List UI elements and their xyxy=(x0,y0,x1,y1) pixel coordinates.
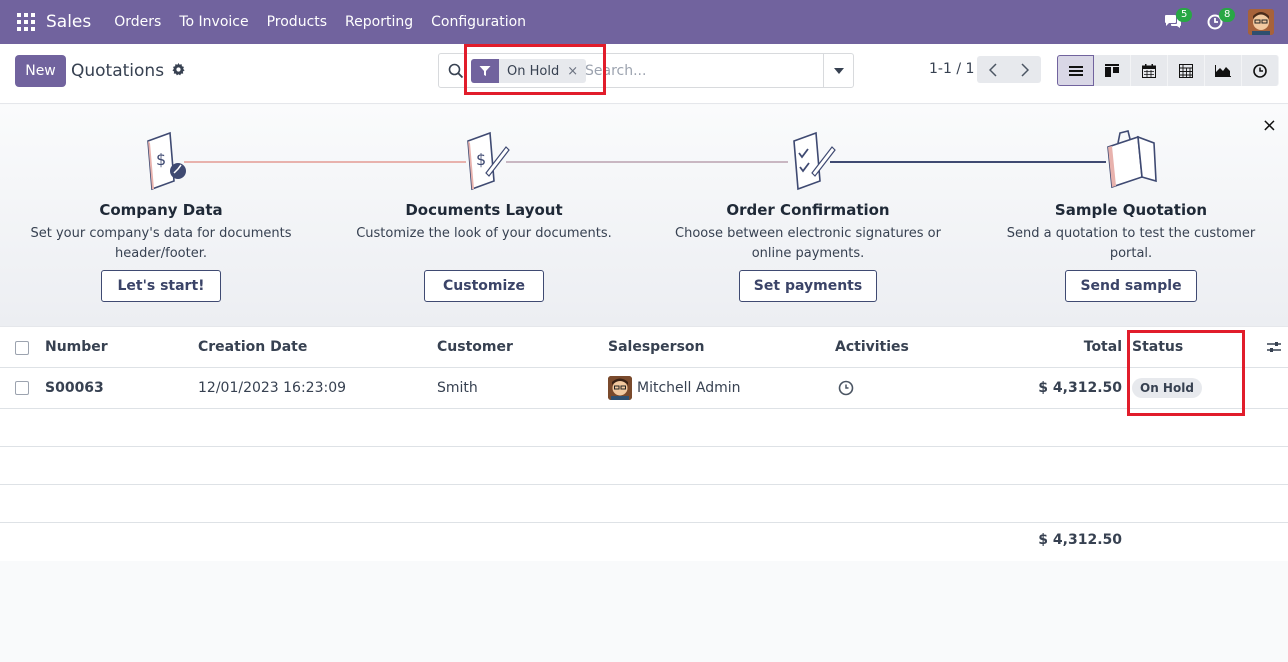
progress-line xyxy=(506,161,788,163)
app-menu-icon[interactable] xyxy=(17,13,35,31)
step-title: Sample Quotation xyxy=(1054,201,1208,219)
clock-icon[interactable] xyxy=(838,380,854,400)
messages-count-badge: 5 xyxy=(1176,8,1193,22)
list-footer-space xyxy=(0,561,1288,662)
column-customer[interactable]: Customer xyxy=(437,339,513,355)
kanban-icon xyxy=(1105,64,1119,77)
order-number: S00063 xyxy=(45,380,104,396)
highlight-box-status xyxy=(1127,330,1245,416)
onboarding-panel: × $ Company Data Set your company's data… xyxy=(0,105,1288,327)
area-chart-icon xyxy=(1215,64,1231,77)
view-switcher xyxy=(1057,55,1279,86)
close-icon[interactable]: × xyxy=(1262,115,1277,136)
chevron-right-icon xyxy=(1021,62,1029,77)
control-panel: New Quotations On Hold × Search... 1-1 /… xyxy=(0,44,1288,104)
creation-date: 12/01/2023 16:23:09 xyxy=(198,380,347,396)
pager-previous-button[interactable] xyxy=(977,56,1009,83)
select-all-checkbox[interactable] xyxy=(15,341,29,355)
pivot-view-button[interactable] xyxy=(1168,55,1205,86)
svg-text:$: $ xyxy=(156,150,166,169)
row-checkbox[interactable] xyxy=(15,381,29,395)
order-confirmation-illustration xyxy=(786,129,846,193)
svg-text:$: $ xyxy=(476,150,486,169)
empty-row xyxy=(0,447,1288,485)
documents-layout-illustration: $ xyxy=(460,129,520,193)
step-title: Order Confirmation xyxy=(726,201,890,219)
quotations-list: Number Creation Date Customer Salesperso… xyxy=(0,327,1288,662)
clock-icon xyxy=(1253,63,1267,78)
kanban-view-button[interactable] xyxy=(1094,55,1131,86)
top-navbar: Sales Orders To Invoice Products Reporti… xyxy=(0,0,1288,44)
empty-row xyxy=(0,485,1288,523)
avatar-image xyxy=(1248,9,1274,35)
column-total[interactable]: Total xyxy=(1060,339,1122,355)
page-title: Quotations xyxy=(71,61,165,81)
menu-orders[interactable]: Orders xyxy=(114,14,161,30)
table-row[interactable]: S00063 12/01/2023 16:23:09 Smith Mitchel… xyxy=(0,368,1288,409)
lets-start-button[interactable]: Let's start! xyxy=(101,270,221,302)
step-title: Company Data xyxy=(99,201,223,219)
menu-to-invoice[interactable]: To Invoice xyxy=(179,14,248,30)
activity-view-button[interactable] xyxy=(1242,55,1279,86)
menu-reporting[interactable]: Reporting xyxy=(345,14,413,30)
avatar xyxy=(608,376,632,400)
menu-configuration[interactable]: Configuration xyxy=(431,14,526,30)
step-description: Set your company's data for documents he… xyxy=(30,226,292,261)
send-sample-button[interactable]: Send sample xyxy=(1065,270,1197,302)
order-total: $ 4,312.50 xyxy=(1038,380,1122,396)
app-brand[interactable]: Sales xyxy=(46,12,91,32)
pager-next-button[interactable] xyxy=(1009,56,1041,83)
empty-row xyxy=(0,409,1288,447)
step-description: Choose between electronic signatures or … xyxy=(675,226,941,261)
list-icon xyxy=(1068,65,1083,76)
search-icon xyxy=(448,63,464,83)
messaging-button[interactable]: 5 xyxy=(1162,8,1193,34)
caret-down-icon xyxy=(833,67,844,74)
chevron-left-icon xyxy=(989,62,997,77)
calendar-icon xyxy=(1142,63,1156,78)
column-creation-date[interactable]: Creation Date xyxy=(198,339,307,355)
set-payments-button[interactable]: Set payments xyxy=(739,270,877,302)
calendar-view-button[interactable] xyxy=(1131,55,1168,86)
activities-button[interactable]: 8 xyxy=(1205,8,1236,34)
pivot-table-icon xyxy=(1179,63,1193,78)
breadcrumb: Quotations xyxy=(71,61,185,81)
customer-name: Smith xyxy=(437,380,478,396)
sample-quotation-illustration xyxy=(1102,129,1162,193)
optional-columns-icon[interactable] xyxy=(1267,340,1281,358)
progress-line xyxy=(184,161,466,163)
column-activities[interactable]: Activities xyxy=(835,339,909,355)
column-number[interactable]: Number xyxy=(45,339,108,355)
pager-value[interactable]: 1-1 / 1 xyxy=(929,61,974,77)
progress-line xyxy=(830,161,1106,163)
user-avatar[interactable] xyxy=(1248,9,1274,35)
graph-view-button[interactable] xyxy=(1205,55,1242,86)
column-salesperson[interactable]: Salesperson xyxy=(608,339,705,355)
salesperson-name: Mitchell Admin xyxy=(637,380,741,396)
list-view-button[interactable] xyxy=(1057,55,1094,86)
activities-count-badge: 8 xyxy=(1219,8,1236,22)
step-description: Send a quotation to test the customer po… xyxy=(1006,226,1256,261)
search-input[interactable] xyxy=(585,59,815,83)
step-description: Customize the look of your documents. xyxy=(356,226,612,241)
search-options-toggle[interactable] xyxy=(823,54,853,87)
company-data-illustration: $ xyxy=(140,129,200,193)
highlight-box-filter xyxy=(464,44,606,95)
table-header: Number Creation Date Customer Salesperso… xyxy=(0,327,1288,368)
grand-total: $ 4,312.50 xyxy=(1038,532,1122,548)
step-title: Documents Layout xyxy=(405,201,563,219)
gear-icon[interactable] xyxy=(172,62,185,80)
new-button[interactable]: New xyxy=(15,55,66,87)
menu-products[interactable]: Products xyxy=(267,14,327,30)
customize-button[interactable]: Customize xyxy=(424,270,544,302)
